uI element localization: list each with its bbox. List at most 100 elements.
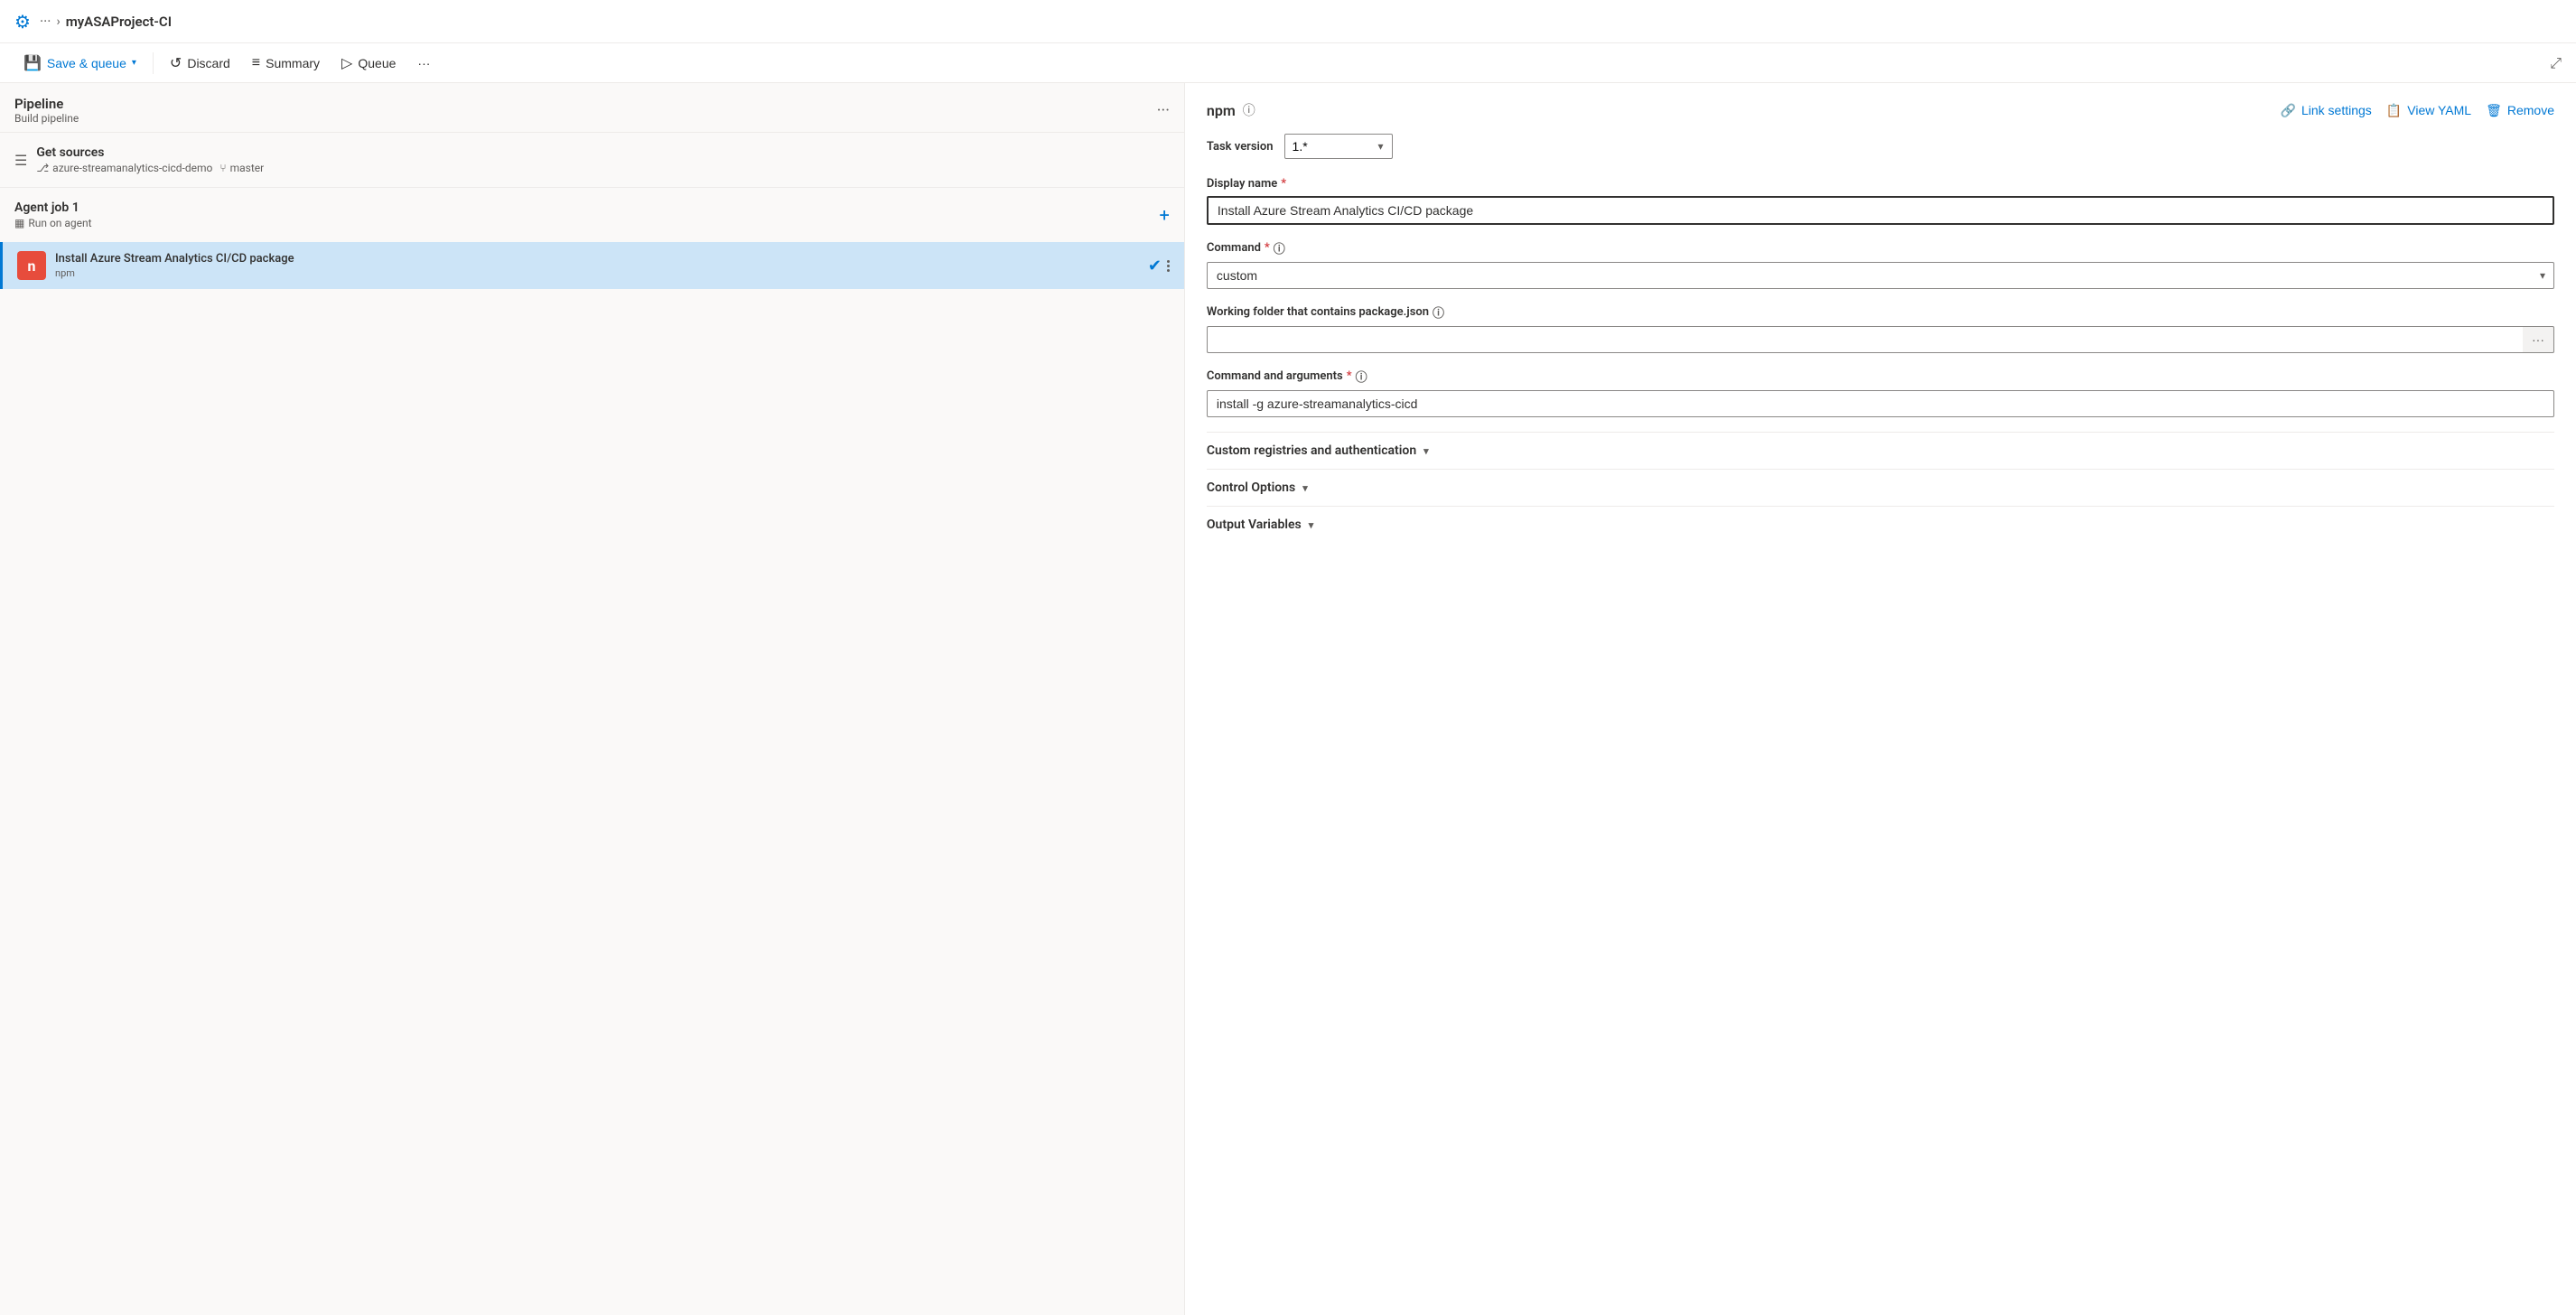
queue-button[interactable]: ▷ Queue [332, 49, 405, 78]
link-settings-button[interactable]: 🔗 Link settings [2281, 103, 2372, 118]
command-args-label: Command and arguments * ⓘ [1207, 368, 2554, 385]
control-options-expander[interactable]: Control Options ▾ [1207, 469, 2554, 506]
npm-actions: 🔗 Link settings 📋 View YAML 🗑 Remove [2281, 103, 2554, 118]
command-args-group: Command and arguments * ⓘ [1207, 368, 2554, 417]
toolbar-more-label: ··· [417, 56, 430, 70]
discard-button[interactable]: ↺ Discard [161, 49, 239, 78]
npm-icon: n [17, 251, 46, 280]
command-select-wrapper: custom ▾ [1207, 262, 2554, 289]
output-variables-label: Output Variables [1207, 518, 1302, 532]
agent-job-header: Agent job 1 ▦ Run on agent + [0, 187, 1184, 242]
task-item-actions: ✔ [1148, 256, 1170, 275]
task-more-dot-1 [1167, 260, 1170, 263]
custom-registries-chevron-icon: ▾ [1423, 445, 1429, 457]
left-panel-header: Pipeline Build pipeline ··· [0, 83, 1184, 132]
summary-label: Summary [266, 56, 320, 70]
pipeline-subtitle: Build pipeline [14, 112, 79, 125]
npm-header: npm ⓘ 🔗 Link settings 📋 View YAML 🗑 Remo… [1207, 101, 2554, 119]
output-variables-expander[interactable]: Output Variables ▾ [1207, 506, 2554, 543]
working-folder-browse-button[interactable]: ··· [2523, 326, 2554, 353]
command-args-info-icon[interactable]: ⓘ [1356, 368, 1367, 385]
toolbar-separator [153, 52, 154, 74]
command-required: * [1265, 241, 1270, 255]
add-task-button[interactable]: + [1160, 204, 1170, 226]
display-name-label: Display name * [1207, 177, 2554, 191]
link-settings-label: Link settings [2301, 103, 2372, 117]
command-label: Command * ⓘ [1207, 239, 2554, 256]
task-more-dot-3 [1167, 269, 1170, 272]
agent-job-icon: ▦ [14, 217, 24, 229]
agent-job-subtitle: ▦ Run on agent [14, 217, 1151, 229]
working-folder-group: Working folder that contains package.jso… [1207, 303, 2554, 353]
working-folder-input-group: ··· [1207, 326, 2554, 353]
custom-registries-expander[interactable]: Custom registries and authentication ▾ [1207, 432, 2554, 469]
get-sources-icon: ☰ [14, 152, 27, 169]
working-folder-info-icon[interactable]: ⓘ [1433, 303, 1444, 321]
control-options-chevron-icon: ▾ [1302, 482, 1308, 494]
get-sources-subtitle: ⎇ azure-streamanalytics-cicd-demo ⑂ mast… [36, 162, 1170, 174]
agent-job-content: Agent job 1 ▦ Run on agent [14, 201, 1151, 229]
display-name-label-text: Display name [1207, 177, 1277, 191]
command-args-input[interactable] [1207, 390, 2554, 417]
display-name-required: * [1281, 177, 1286, 191]
repo-icon: ⎇ [36, 162, 49, 174]
command-args-required: * [1347, 369, 1352, 383]
working-folder-label: Working folder that contains package.jso… [1207, 303, 2554, 321]
top-bar-more-icon[interactable]: ··· [40, 13, 51, 30]
queue-label: Queue [358, 56, 396, 70]
task-version-label: Task version [1207, 140, 1274, 154]
branch-name: master [230, 162, 265, 174]
command-group: Command * ⓘ custom ▾ [1207, 239, 2554, 289]
view-yaml-label: View YAML [2407, 103, 2471, 117]
output-variables-chevron-icon: ▾ [1309, 519, 1314, 531]
pipeline-title-group: Pipeline Build pipeline [14, 96, 79, 125]
breadcrumb-separator: › [56, 14, 60, 29]
npm-title: npm [1207, 102, 1236, 119]
collapse-icon[interactable]: ⤢ [2550, 54, 2562, 72]
display-name-input[interactable] [1207, 196, 2554, 225]
view-yaml-button[interactable]: 📋 View YAML [2386, 103, 2471, 118]
npm-title-row: npm ⓘ [1207, 101, 1255, 119]
agent-job-subtitle-text: Run on agent [28, 217, 91, 229]
main-layout: Pipeline Build pipeline ··· ☰ Get source… [0, 83, 2576, 1315]
link-settings-icon: 🔗 [2281, 103, 2296, 118]
save-icon: 💾 [23, 54, 42, 72]
get-sources-title: Get sources [36, 145, 1170, 160]
right-panel: npm ⓘ 🔗 Link settings 📋 View YAML 🗑 Remo… [1185, 83, 2576, 1315]
task-item[interactable]: n Install Azure Stream Analytics CI/CD p… [0, 242, 1184, 289]
command-label-text: Command [1207, 241, 1261, 255]
save-and-queue-button[interactable]: 💾 Save & queue ▾ [14, 49, 145, 78]
task-version-row: Task version 1.* ▾ [1207, 134, 2554, 159]
branch-icon: ⑂ [219, 162, 226, 174]
display-name-group: Display name * [1207, 177, 2554, 225]
branch-icon-group: ⑂ master [219, 162, 264, 174]
pipeline-title: Pipeline [14, 96, 79, 112]
remove-icon: 🗑 [2486, 103, 2502, 118]
task-check-icon: ✔ [1148, 256, 1162, 275]
working-folder-label-text: Working folder that contains package.jso… [1207, 305, 1429, 319]
task-more-button[interactable] [1167, 260, 1170, 272]
summary-button[interactable]: ≡ Summary [243, 50, 329, 77]
npm-info-icon[interactable]: ⓘ [1243, 101, 1255, 119]
command-info-icon[interactable]: ⓘ [1274, 239, 1285, 256]
remove-button[interactable]: 🗑 Remove [2486, 103, 2554, 118]
task-item-content: Install Azure Stream Analytics CI/CD pac… [55, 252, 1139, 280]
command-select[interactable]: custom [1207, 262, 2554, 289]
task-version-select[interactable]: 1.* [1284, 134, 1393, 159]
save-and-queue-label: Save & queue [47, 56, 126, 70]
left-panel: Pipeline Build pipeline ··· ☰ Get source… [0, 83, 1185, 1315]
npm-icon-letter: n [28, 257, 36, 275]
discard-icon: ↺ [170, 54, 182, 72]
task-version-select-wrapper: 1.* ▾ [1284, 134, 1393, 159]
repo-icon-group: ⎇ azure-streamanalytics-cicd-demo [36, 162, 212, 174]
get-sources-row[interactable]: ☰ Get sources ⎇ azure-streamanalytics-ci… [0, 133, 1184, 187]
control-options-label: Control Options [1207, 480, 1295, 495]
toolbar-more-button[interactable]: ··· [408, 51, 439, 76]
remove-label: Remove [2507, 103, 2554, 117]
custom-registries-label: Custom registries and authentication [1207, 443, 1416, 458]
repo-name: azure-streamanalytics-cicd-demo [52, 162, 212, 174]
working-folder-input[interactable] [1207, 326, 2523, 353]
task-more-dot-2 [1167, 265, 1170, 267]
get-sources-content: Get sources ⎇ azure-streamanalytics-cicd… [36, 145, 1170, 174]
left-panel-more-icon[interactable]: ··· [1157, 101, 1170, 120]
